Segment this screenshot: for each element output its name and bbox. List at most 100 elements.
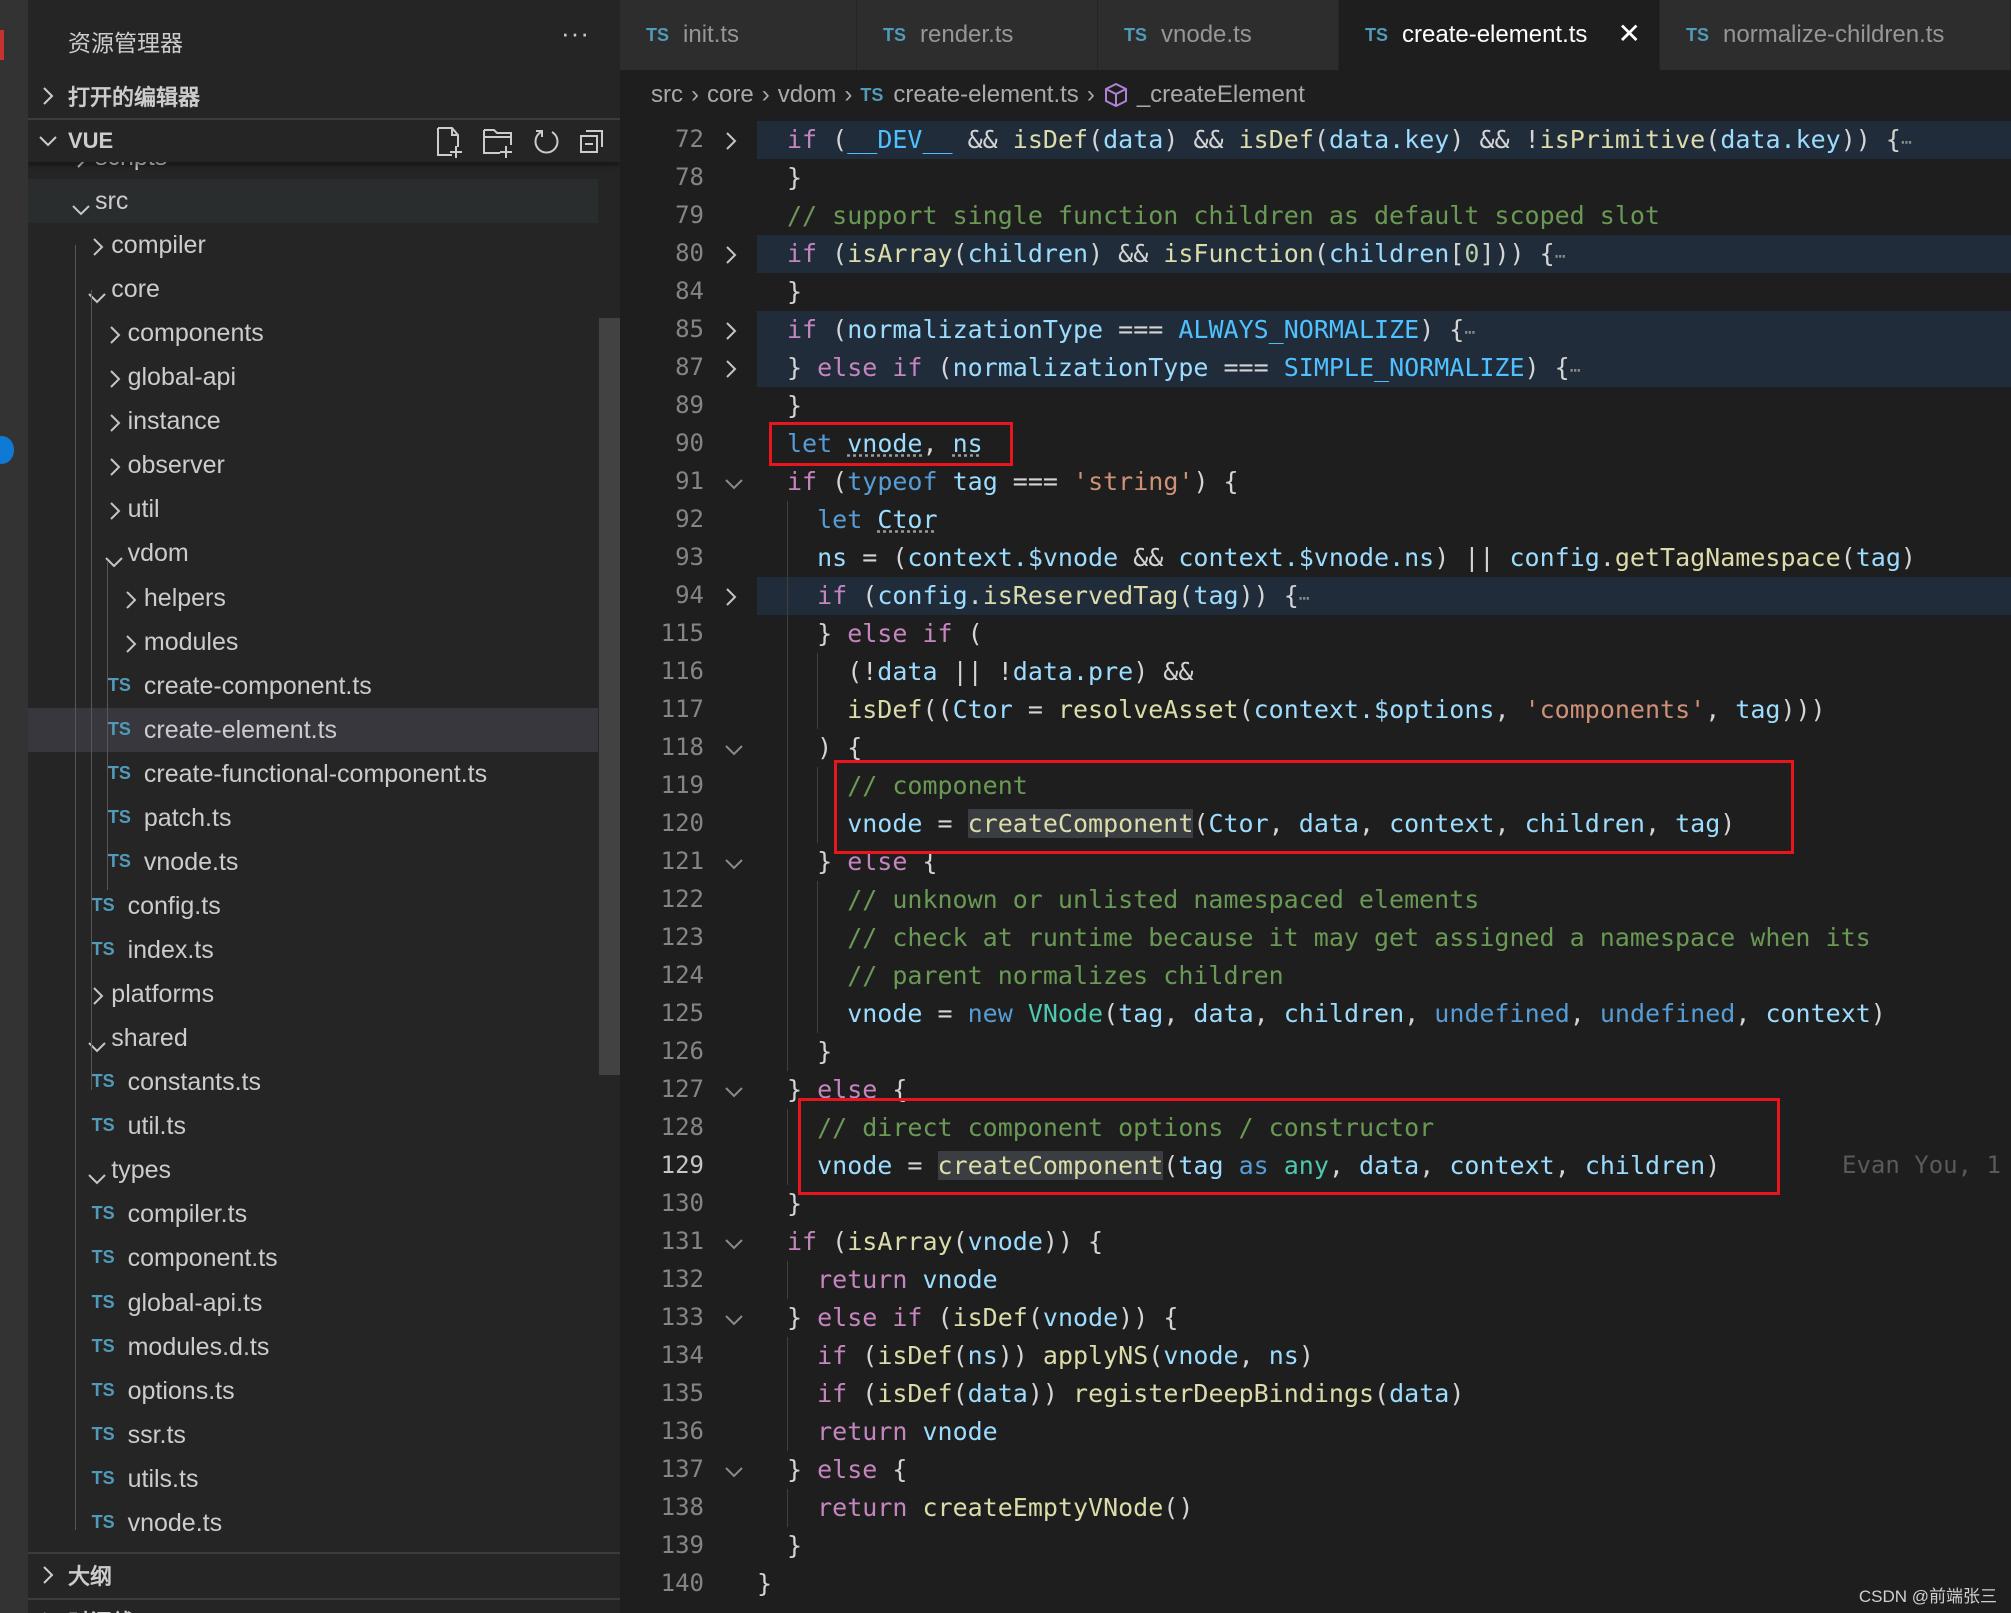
tab-init-ts[interactable]: TS init.ts <box>620 0 857 70</box>
tree-item-label: vnode.ts <box>143 847 239 876</box>
tab-vnode-ts[interactable]: TS vnode.ts <box>1098 0 1339 70</box>
tree-folder[interactable]: core <box>28 267 598 311</box>
tree-folder[interactable]: util <box>28 487 598 531</box>
tree-folder[interactable]: modules <box>28 620 598 664</box>
code-token: data <box>1193 999 1254 1028</box>
new-folder-icon[interactable] <box>482 126 514 158</box>
tree-file[interactable]: TS index.ts <box>28 928 598 972</box>
collapse-all-icon[interactable] <box>578 126 606 158</box>
code-token: isDef <box>877 1341 953 1370</box>
breadcrumb-src[interactable]: src <box>651 81 683 109</box>
outline-section[interactable]: 大纲 <box>28 1552 620 1596</box>
code-line: 117 isDef((Ctor = resolveAsset(context.$o… <box>620 691 2011 729</box>
tree-file[interactable]: TS options.ts <box>28 1369 598 1413</box>
tree-file[interactable]: TS vnode.ts <box>28 840 598 884</box>
code-token: vnode <box>922 1417 998 1446</box>
tree-file[interactable]: TS ssr.ts <box>28 1413 598 1457</box>
workspace-section[interactable]: VUE <box>28 118 620 162</box>
open-editors-section[interactable]: 打开的编辑器 <box>28 74 620 118</box>
code-token: ALWAYS_NORMALIZE <box>1178 315 1420 344</box>
tree-folder[interactable]: observer <box>28 443 598 487</box>
tree-folder[interactable]: helpers <box>28 576 598 620</box>
code-token: ⋯ <box>1900 132 1912 153</box>
code-token: , <box>1163 999 1194 1028</box>
fold-collapse-icon[interactable] <box>724 1237 744 1256</box>
code-token: data <box>877 657 938 686</box>
tree-folder[interactable]: instance <box>28 399 598 443</box>
new-file-icon[interactable] <box>434 126 464 158</box>
code-line: 139} <box>620 1527 2011 1565</box>
tree-item-label: config.ts <box>127 891 221 920</box>
fold-collapse-icon[interactable] <box>724 1085 744 1104</box>
close-icon[interactable]: ✕ <box>1618 20 1641 48</box>
code-token: )) <box>1027 1379 1074 1408</box>
tree-folder[interactable]: types <box>28 1148 598 1192</box>
code-token: if <box>787 239 818 268</box>
tree-file[interactable]: TS config.ts <box>28 884 598 928</box>
fold-collapse-icon[interactable] <box>724 743 744 762</box>
ts-file-icon: TS <box>1365 24 1389 45</box>
code-line: 93 ns = (context.$vnode && context.$vnode… <box>620 539 2011 577</box>
tree-file[interactable]: TS global-api.ts <box>28 1281 598 1325</box>
fold-collapse-icon[interactable] <box>724 1313 744 1332</box>
tab-label: normalize-children.ts <box>1723 21 1945 48</box>
code-editor[interactable]: 72 if (__DEV__ && isDef(data) && isDef(da… <box>620 121 2011 1613</box>
breadcrumb-file[interactable]: create-element.ts <box>893 81 1078 109</box>
code-token: } <box>787 163 803 192</box>
code-token: if <box>817 1379 848 1408</box>
indent-guide <box>817 957 847 995</box>
breadcrumb-symbol[interactable]: _createElement <box>1137 81 1305 109</box>
more-actions-icon[interactable]: ··· <box>561 18 590 49</box>
code-token: Ctor <box>952 695 1013 724</box>
tree-file[interactable]: TS compiler.ts <box>28 1192 598 1236</box>
code-token: else <box>817 1455 878 1484</box>
tree-file[interactable]: TS patch.ts <box>28 796 598 840</box>
tree-file[interactable]: TS component.ts <box>28 1236 598 1280</box>
fold-collapse-icon[interactable] <box>724 1465 744 1484</box>
code-token: ( <box>922 1303 953 1332</box>
indent-guide <box>787 805 817 843</box>
tab-render-ts[interactable]: TS render.ts <box>857 0 1098 70</box>
breadcrumb-vdom[interactable]: vdom <box>778 81 837 109</box>
code-token: () <box>1163 1493 1194 1522</box>
tree-folder[interactable]: src <box>28 179 598 223</box>
fold-expand-icon[interactable] <box>724 245 738 270</box>
code-text: } else if ( <box>787 615 983 653</box>
code-token: tag <box>1193 581 1239 610</box>
code-text: if (isArray(vnode)) { <box>787 1227 1103 1256</box>
code-token: )) { <box>1238 581 1299 610</box>
tree-file[interactable]: TS utils.ts <box>28 1457 598 1501</box>
accounts-icon[interactable] <box>0 436 14 464</box>
tree-file[interactable]: TS modules.d.ts <box>28 1325 598 1369</box>
tree-folder[interactable]: shared <box>28 1016 598 1060</box>
tree-file[interactable]: TS vnode.ts <box>28 1501 598 1545</box>
code-token: ) && <box>1088 239 1164 268</box>
code-token: if <box>787 315 818 344</box>
tree-file[interactable]: TS create-functional-component.ts <box>28 752 598 796</box>
tree-file[interactable]: TS create-element.ts <box>28 707 598 752</box>
tree-folder[interactable]: components <box>28 311 598 355</box>
code-token: normalizationType <box>952 353 1209 382</box>
ts-file-icon: TS <box>91 894 115 915</box>
breadcrumb-core[interactable]: core <box>707 81 754 109</box>
timeline-section[interactable]: 时间线 <box>28 1598 620 1613</box>
tree-folder[interactable]: platforms <box>28 972 598 1016</box>
tree-folder[interactable]: global-api <box>28 355 598 399</box>
line-number: 123 <box>660 923 704 951</box>
fold-collapse-icon[interactable] <box>724 857 744 876</box>
ts-file-icon: TS <box>91 1335 115 1356</box>
fold-expand-icon[interactable] <box>724 359 738 384</box>
fold-expand-icon[interactable] <box>724 321 738 346</box>
fold-expand-icon[interactable] <box>724 587 738 612</box>
fold-expand-icon[interactable] <box>724 131 738 156</box>
tree-file[interactable]: TS constants.ts <box>28 1060 598 1104</box>
tree-folder[interactable]: compiler <box>28 223 598 267</box>
tab-create-element-ts[interactable]: TS create-element.ts ✕ <box>1339 0 1660 70</box>
tree-file[interactable]: TS util.ts <box>28 1104 598 1148</box>
tab-normalize-children-ts[interactable]: TS normalize-children.ts <box>1660 0 2011 70</box>
fold-collapse-icon[interactable] <box>724 477 744 496</box>
tree-file[interactable]: TS create-component.ts <box>28 664 598 708</box>
sidebar-scrollbar[interactable] <box>599 318 620 1075</box>
tree-folder[interactable]: vdom <box>28 531 598 575</box>
refresh-icon[interactable] <box>532 126 560 158</box>
